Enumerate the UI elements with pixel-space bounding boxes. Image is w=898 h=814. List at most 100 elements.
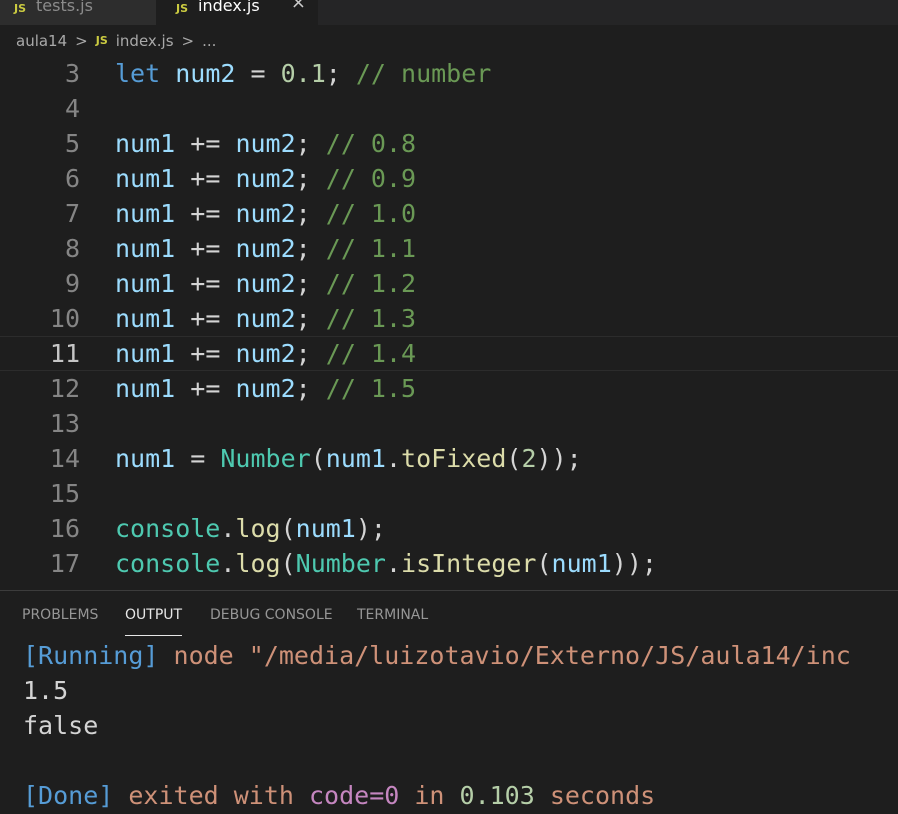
- code-token: console: [115, 514, 221, 543]
- done-text: in: [399, 781, 460, 810]
- code-token: num2: [235, 374, 296, 403]
- output-running-line: [Running] node "/media/luizotavio/Extern…: [23, 641, 851, 670]
- line-number: 4: [64, 94, 80, 123]
- breadcrumb-more[interactable]: ...: [202, 32, 216, 50]
- output-done-line: [Done] exited with code=0 in 0.103 secon…: [23, 781, 655, 810]
- code-token: +=: [175, 374, 236, 403]
- line-code: console.log(num1);: [115, 514, 386, 543]
- code-token: num1: [115, 304, 176, 333]
- code-token: 2: [521, 444, 537, 473]
- code-token: (: [506, 444, 522, 473]
- code-token: // 0.8: [325, 129, 417, 158]
- code-token: (: [536, 549, 552, 578]
- line-number: 16: [49, 514, 80, 543]
- code-line[interactable]: 14 num1 = Number(num1.toFixed(2));: [0, 441, 898, 476]
- running-tag: [Running]: [23, 641, 159, 670]
- line-code: num1 = Number(num1.toFixed(2));: [115, 444, 582, 473]
- code-line[interactable]: 15: [0, 476, 898, 511]
- code-token: .: [220, 549, 236, 578]
- code-line[interactable]: 11 num1 += num2; // 1.4: [0, 336, 898, 371]
- code-token: let: [115, 59, 161, 88]
- output-line: false: [23, 711, 99, 740]
- code-token: num2: [235, 234, 296, 263]
- line-code: num1 += num2; // 1.5: [115, 374, 416, 403]
- code-token: num1: [325, 444, 386, 473]
- breadcrumb: aula14 > JS index.js > ...: [0, 25, 898, 56]
- done-tag: [Done]: [23, 781, 114, 810]
- line-code: num1 += num2; // 1.0: [115, 199, 416, 228]
- code-token: num2: [235, 269, 296, 298]
- tab-debug-console[interactable]: DEBUG CONSOLE: [210, 607, 333, 623]
- tab-problems[interactable]: PROBLEMS: [22, 607, 98, 623]
- code-line[interactable]: 4: [0, 91, 898, 126]
- code-token: // number: [355, 59, 492, 88]
- code-token: ;: [295, 304, 326, 333]
- code-token: num1: [115, 129, 176, 158]
- code-token: // 1.3: [325, 304, 417, 333]
- tab-index-js[interactable]: JS index.js ×: [156, 0, 318, 25]
- tab-label: index.js: [198, 0, 260, 15]
- done-text: seconds: [534, 781, 656, 810]
- code-token: ));: [536, 444, 582, 473]
- breadcrumb-folder[interactable]: aula14: [16, 32, 67, 50]
- code-token: num2: [175, 59, 236, 88]
- code-token: (: [280, 514, 296, 543]
- code-token: ;: [295, 129, 326, 158]
- code-token: num1: [115, 199, 176, 228]
- code-token: +=: [175, 339, 236, 368]
- code-token: num1: [551, 549, 612, 578]
- close-icon[interactable]: ×: [291, 0, 306, 13]
- js-file-icon: JS: [176, 2, 189, 15]
- code-token: Number: [295, 549, 386, 578]
- line-code: console.log(Number.isInteger(num1));: [115, 549, 657, 578]
- code-token: ;: [325, 59, 356, 88]
- code-token: ));: [611, 549, 657, 578]
- code-line[interactable]: 7 num1 += num2; // 1.0: [0, 196, 898, 231]
- code-token: num1: [115, 339, 176, 368]
- code-token: ;: [295, 269, 326, 298]
- code-token: =: [235, 59, 281, 88]
- code-line[interactable]: 10 num1 += num2; // 1.3: [0, 301, 898, 336]
- code-line[interactable]: 5 num1 += num2; // 0.8: [0, 126, 898, 161]
- line-number: 9: [64, 269, 80, 298]
- line-code: num1 += num2; // 0.8: [115, 129, 416, 158]
- code-token: Number: [220, 444, 311, 473]
- tab-tests-js[interactable]: JS tests.js: [0, 0, 156, 25]
- tab-terminal[interactable]: TERMINAL: [357, 607, 428, 623]
- code-token: toFixed: [401, 444, 507, 473]
- code-line[interactable]: 3 let num2 = 0.1; // number: [0, 56, 898, 91]
- code-token: .: [220, 514, 236, 543]
- code-line[interactable]: 8 num1 += num2; // 1.1: [0, 231, 898, 266]
- chevron-right-icon: >: [75, 31, 88, 50]
- code-token: num2: [235, 164, 296, 193]
- line-number: 12: [49, 374, 80, 403]
- code-line[interactable]: 13: [0, 406, 898, 441]
- code-token: +=: [175, 304, 236, 333]
- output-line: 1.5: [23, 676, 69, 705]
- tab-output[interactable]: OUTPUT: [125, 607, 183, 636]
- code-token: 0.1: [280, 59, 326, 88]
- code-token: num2: [235, 129, 296, 158]
- code-token: // 1.5: [325, 374, 417, 403]
- breadcrumb-file[interactable]: index.js: [116, 32, 174, 50]
- js-file-icon: JS: [95, 34, 108, 47]
- code-token: +=: [175, 269, 236, 298]
- code-line[interactable]: 12 num1 += num2; // 1.5: [0, 371, 898, 406]
- code-token: +=: [175, 234, 236, 263]
- code-line[interactable]: 17 console.log(Number.isInteger(num1));: [0, 546, 898, 581]
- code-line[interactable]: 16 console.log(num1);: [0, 511, 898, 546]
- code-token: // 1.2: [325, 269, 417, 298]
- code-token: +=: [175, 199, 236, 228]
- js-file-icon: JS: [14, 2, 27, 15]
- code-editor[interactable]: 3 let num2 = 0.1; // number 4 5 num1 += num2…: [0, 56, 898, 590]
- code-line[interactable]: 6 num1 += num2; // 0.9: [0, 161, 898, 196]
- code-token: .: [385, 549, 402, 578]
- line-code: num1 += num2; // 1.4: [115, 339, 416, 368]
- line-code: num1 += num2; // 1.3: [115, 304, 416, 333]
- line-number: 3: [64, 59, 80, 88]
- code-token: num2: [235, 199, 296, 228]
- exit-code: code=0: [308, 781, 400, 810]
- code-token: (: [280, 549, 296, 578]
- code-line[interactable]: 9 num1 += num2; // 1.2: [0, 266, 898, 301]
